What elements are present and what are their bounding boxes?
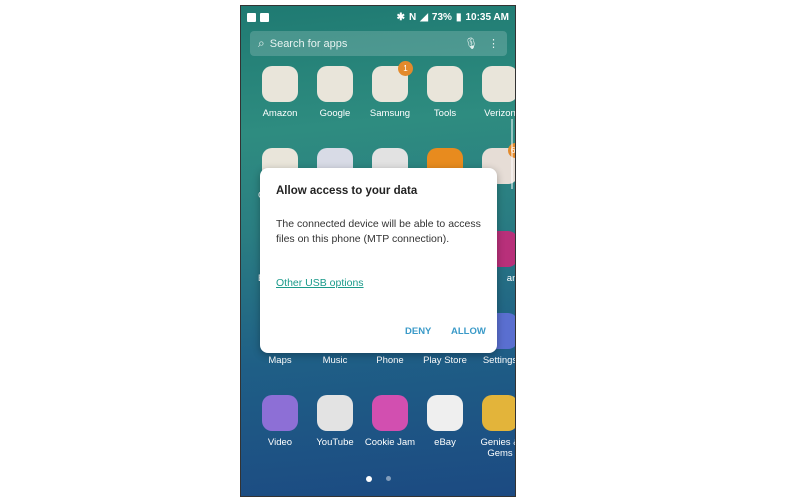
app-label: Music <box>322 355 348 366</box>
app-icon-image <box>317 66 353 102</box>
app-icon-image <box>317 395 353 431</box>
more-options-icon[interactable]: ⋮ <box>488 37 499 50</box>
status-bar: ✱ N ◢ 73% ▮ 10:35 AM <box>241 6 515 28</box>
app-label: Maps <box>268 355 292 366</box>
app-icon-samsung[interactable]: 1 Samsung <box>360 61 420 119</box>
usb-permission-dialog: Allow access to your data The connected … <box>260 168 497 353</box>
battery-percent: 73% <box>431 11 452 23</box>
app-icon-youtube[interactable]: YouTube <box>305 395 365 448</box>
app-label: eBay <box>434 437 456 448</box>
dialog-title: Allow access to your data <box>276 185 418 197</box>
app-icon-cookie-jam[interactable]: Cookie Jam <box>360 395 420 448</box>
app-icon-ebay[interactable]: eBay <box>415 395 475 448</box>
app-icon-verizon[interactable]: Verizon <box>470 66 516 119</box>
app-label: Google <box>319 108 351 119</box>
app-icon-image <box>262 395 298 431</box>
deny-button[interactable]: DENY <box>405 326 431 337</box>
app-label: Amazon <box>262 108 298 119</box>
app-icon-genies-gems[interactable]: Genies & Gems <box>470 395 516 459</box>
dialog-body: The connected device will be able to acc… <box>276 218 481 245</box>
app-icon-image <box>372 395 408 431</box>
page-dot[interactable] <box>385 476 391 481</box>
app-icon-image <box>262 66 298 102</box>
app-icon-image: 1 <box>372 61 413 102</box>
app-icon-video[interactable]: Video <box>250 395 310 448</box>
other-usb-options-link[interactable]: Other USB options <box>276 277 364 289</box>
facebook-icon <box>247 12 256 22</box>
app-icon-image <box>427 66 463 102</box>
app-label: Genies & Gems <box>480 437 516 459</box>
app-label: Cookie Jam <box>364 437 416 448</box>
battery-icon: ▮ <box>455 11 462 23</box>
page-dot-active[interactable] <box>365 476 372 482</box>
page-indicator <box>241 476 515 482</box>
app-icon-image <box>427 395 463 431</box>
app-label: Play Store <box>423 355 467 366</box>
scrollbar[interactable] <box>511 119 513 189</box>
search-placeholder: Search for apps <box>269 37 348 50</box>
gallery-icon <box>260 12 269 22</box>
search-input[interactable]: ⌕ Search for apps 🎙︎ ⋮ <box>250 31 507 56</box>
app-label: Samsung <box>369 108 411 119</box>
signal-icon: ◢ <box>420 11 428 23</box>
nfc-icon: N <box>408 11 417 23</box>
notification-badge: 1 <box>398 61 413 76</box>
app-icon-image <box>482 395 515 431</box>
bluetooth-icon: ✱ <box>396 11 405 23</box>
app-icon-amazon[interactable]: Amazon <box>250 66 310 119</box>
app-icon-image <box>482 66 515 102</box>
search-icon: ⌕ <box>258 36 265 50</box>
clock: 10:35 AM <box>465 11 509 23</box>
app-label: YouTube <box>316 437 354 448</box>
phone-screen: ✱ N ◢ 73% ▮ 10:35 AM ⌕ Search for apps 🎙… <box>240 5 516 497</box>
app-label: Verizon <box>484 108 516 119</box>
app-label: Settings <box>482 355 516 366</box>
app-label: Tools <box>433 108 457 119</box>
app-label: Video <box>267 437 293 448</box>
microphone-icon[interactable]: 🎙︎ <box>464 37 478 50</box>
allow-button[interactable]: ALLOW <box>451 326 486 337</box>
app-icon-google[interactable]: Google <box>305 66 365 119</box>
app-icon-tools[interactable]: Tools <box>415 66 475 119</box>
app-label: Phone <box>376 355 404 366</box>
